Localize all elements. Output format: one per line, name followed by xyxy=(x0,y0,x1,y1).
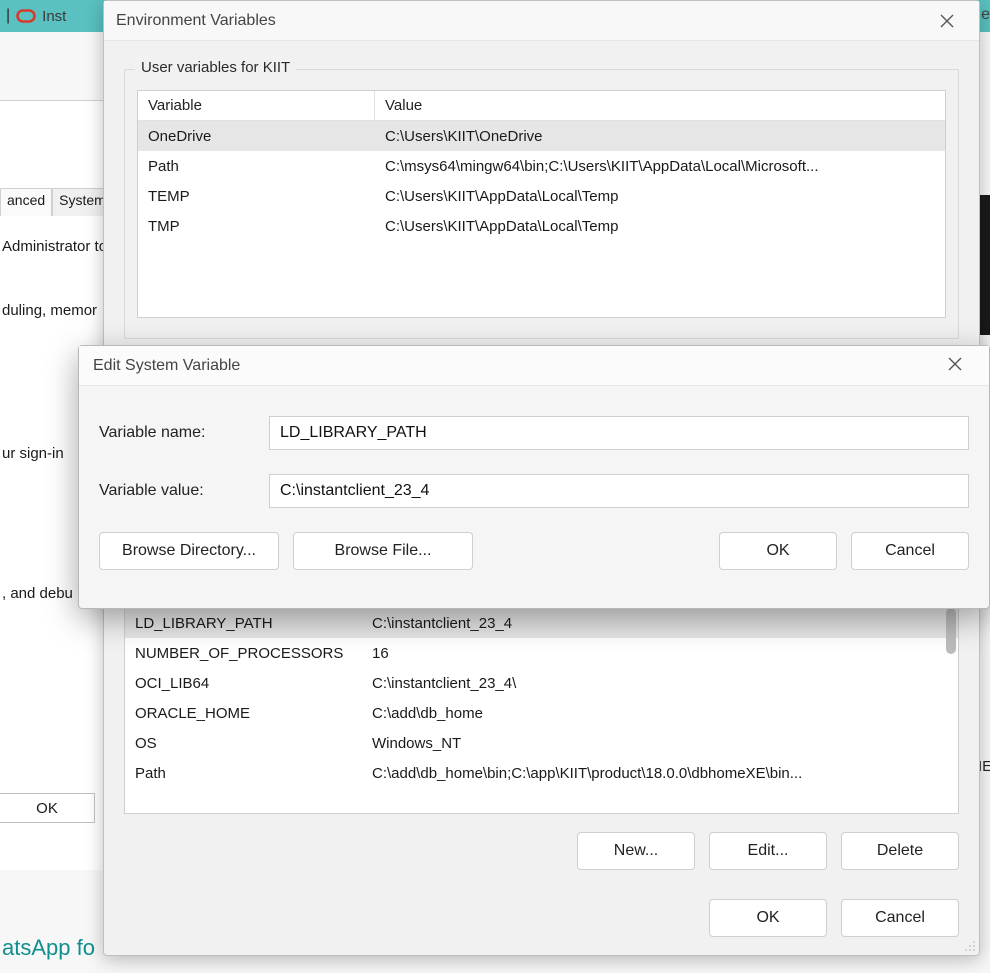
user-var-name: TEMP xyxy=(138,184,375,209)
user-var-name: Path xyxy=(138,154,375,179)
env-titlebar[interactable]: Environment Variables xyxy=(104,1,979,41)
user-var-value: C:\Users\KIIT\AppData\Local\Temp xyxy=(375,184,945,209)
system-delete-button[interactable]: Delete xyxy=(841,832,959,870)
system-new-button[interactable]: New... xyxy=(577,832,695,870)
user-variables-legend: User variables for KIIT xyxy=(135,59,296,76)
column-header-variable[interactable]: Variable xyxy=(138,91,375,120)
env-footer-buttons: OK Cancel xyxy=(124,899,959,937)
column-header-value[interactable]: Value xyxy=(375,91,945,120)
system-var-row[interactable]: LD_LIBRARY_PATHC:\instantclient_23_4 xyxy=(125,608,958,638)
bg-text-whatsapp: atsApp fo xyxy=(0,935,95,961)
system-edit-button[interactable]: Edit... xyxy=(709,832,827,870)
system-var-value: C:\add\db_home xyxy=(362,701,958,726)
system-var-name: LD_LIBRARY_PATH xyxy=(125,611,362,636)
resize-grip-icon[interactable] xyxy=(962,938,976,952)
user-var-name: OneDrive xyxy=(138,124,375,149)
variable-name-label: Variable name: xyxy=(99,424,269,442)
system-var-name: ORACLE_HOME xyxy=(125,701,362,726)
system-variables-area: LD_LIBRARY_PATHC:\instantclient_23_4NUMB… xyxy=(124,601,959,870)
edit-cancel-button[interactable]: Cancel xyxy=(851,532,969,570)
bg-text-admin: Administrator to xyxy=(0,238,105,255)
listview-header: Variable Value xyxy=(138,91,945,121)
system-var-value: C:\instantclient_23_4\ xyxy=(362,671,958,696)
bg-right-dark-strip xyxy=(980,195,990,335)
env-dialog-title: Environment Variables xyxy=(116,12,927,30)
user-var-row[interactable]: PathC:\msys64\mingw64\bin;C:\Users\KIIT\… xyxy=(138,151,945,181)
scrollbar-thumb[interactable] xyxy=(946,608,956,654)
env-cancel-button[interactable]: Cancel xyxy=(841,899,959,937)
system-variables-listview[interactable]: LD_LIBRARY_PATHC:\instantclient_23_4NUMB… xyxy=(124,601,959,814)
user-var-name: TMP xyxy=(138,214,375,239)
oracle-logo-icon xyxy=(16,6,36,26)
system-var-value: Windows_NT xyxy=(362,731,958,756)
browse-file-button[interactable]: Browse File... xyxy=(293,532,473,570)
edit-close-button[interactable] xyxy=(935,346,975,386)
env-ok-button[interactable]: OK xyxy=(709,899,827,937)
edit-ok-button[interactable]: OK xyxy=(719,532,837,570)
bg-right-text-e: e xyxy=(981,6,990,24)
close-icon xyxy=(948,357,962,375)
system-var-name: OS xyxy=(125,731,362,756)
edit-titlebar[interactable]: Edit System Variable xyxy=(79,346,989,386)
user-var-value: C:\Users\KIIT\AppData\Local\Temp xyxy=(375,214,945,239)
bg-text-scheduling: duling, memor xyxy=(0,302,105,319)
user-var-value: C:\msys64\mingw64\bin;C:\Users\KIIT\AppD… xyxy=(375,154,945,179)
tab-advanced-fragment[interactable]: anced xyxy=(0,188,52,216)
system-var-value: 16 xyxy=(362,641,958,666)
browse-directory-button[interactable]: Browse Directory... xyxy=(99,532,279,570)
system-var-name: OCI_LIB64 xyxy=(125,671,362,696)
variable-value-input[interactable] xyxy=(269,474,969,508)
user-variables-group: User variables for KIIT Variable Value O… xyxy=(124,69,959,339)
system-var-name: Path xyxy=(125,761,362,786)
system-var-row[interactable]: PathC:\add\db_home\bin;C:\app\KIIT\produ… xyxy=(125,758,958,788)
variable-value-label: Variable value: xyxy=(99,482,269,500)
background-app-title: Inst xyxy=(42,8,66,25)
edit-dialog-title: Edit System Variable xyxy=(93,357,935,375)
user-var-row[interactable]: TMPC:\Users\KIIT\AppData\Local\Temp xyxy=(138,211,945,241)
system-var-name: NUMBER_OF_PROCESSORS xyxy=(125,641,362,666)
system-var-value: C:\add\db_home\bin;C:\app\KIIT\product\1… xyxy=(362,761,958,786)
env-close-button[interactable] xyxy=(927,1,967,41)
system-var-row[interactable]: OSWindows_NT xyxy=(125,728,958,758)
user-var-row[interactable]: OneDriveC:\Users\KIIT\OneDrive xyxy=(138,121,945,151)
system-var-value: C:\instantclient_23_4 xyxy=(362,611,958,636)
system-var-row[interactable]: NUMBER_OF_PROCESSORS16 xyxy=(125,638,958,668)
user-var-value: C:\Users\KIIT\OneDrive xyxy=(375,124,945,149)
edit-system-variable-dialog: Edit System Variable Variable name: Vari… xyxy=(78,345,990,609)
variable-name-input[interactable] xyxy=(269,416,969,450)
system-vars-button-row: New... Edit... Delete xyxy=(124,832,959,870)
system-var-row[interactable]: ORACLE_HOMEC:\add\db_home xyxy=(125,698,958,728)
system-properties-ok-button[interactable]: OK xyxy=(0,793,95,823)
system-var-row[interactable]: OCI_LIB64C:\instantclient_23_4\ xyxy=(125,668,958,698)
close-icon xyxy=(940,14,954,28)
user-var-row[interactable]: TEMPC:\Users\KIIT\AppData\Local\Temp xyxy=(138,181,945,211)
user-variables-listview[interactable]: Variable Value OneDriveC:\Users\KIIT\One… xyxy=(137,90,946,318)
